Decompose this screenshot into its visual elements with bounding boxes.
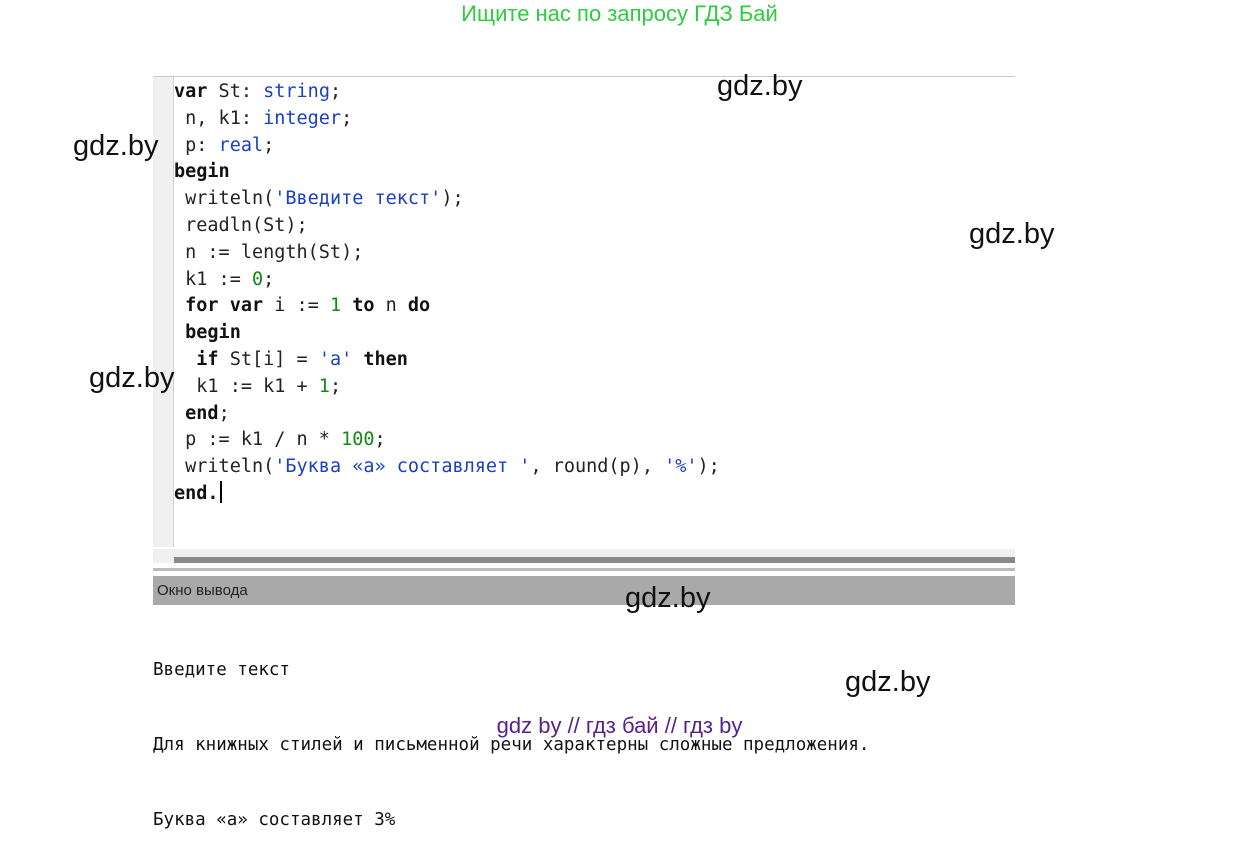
pane-splitter[interactable] — [153, 568, 1015, 571]
code-line: n := length(St); — [174, 240, 720, 267]
code-token: St[i] = — [218, 348, 319, 370]
output-line: Буква «а» составляет 3% — [153, 810, 396, 830]
code-token: for var — [185, 295, 264, 317]
code-token: n — [374, 295, 408, 317]
code-token: ; — [263, 268, 275, 290]
watermark: gdz.by — [717, 70, 803, 102]
watermark: gdz.by — [89, 362, 175, 394]
code-line: end. — [174, 480, 720, 508]
code-token: n, k1: — [174, 107, 264, 129]
editor-horizontal-scrollbar[interactable] — [174, 557, 1015, 563]
code-token: writeln( — [174, 456, 275, 478]
code-token: end — [185, 402, 219, 424]
code-token: St: — [207, 81, 264, 102]
code-line: writeln('Буква «а» составляет ', round(p… — [174, 454, 720, 481]
code-token: ; — [218, 402, 230, 424]
code-token: ); — [441, 188, 464, 210]
code-line: readln(St); — [174, 213, 720, 240]
watermark: gdz.by — [845, 666, 931, 698]
code-token: real — [218, 134, 264, 156]
code-line: writeln('Введите текст'); — [174, 186, 720, 213]
code-token: if — [196, 348, 219, 370]
code-token: begin — [174, 161, 230, 183]
code-token: writeln( — [174, 188, 275, 210]
code-token: 'Буква «а» составляет ' — [274, 456, 531, 478]
code-token: i := — [263, 295, 330, 317]
watermark: gdz.by — [625, 582, 711, 614]
code-line: p := k1 / n * 100; — [174, 427, 720, 454]
code-token: 0 — [251, 268, 264, 290]
code-line: n, k1: integer; — [174, 106, 720, 133]
code-token: integer — [263, 107, 342, 129]
code-token: , round(p), — [530, 456, 665, 478]
code-token: ; — [329, 81, 342, 102]
code-token: do — [407, 295, 431, 317]
code-editor[interactable]: var St: string; n, k1: integer; p: real;… — [153, 76, 1015, 560]
code-token: readln(St); — [174, 214, 308, 236]
code-line: var St: string; — [174, 79, 720, 106]
code-token: k1 := k1 + — [174, 375, 319, 397]
code-token: 'Введите текст' — [274, 188, 442, 210]
code-token: ; — [374, 429, 386, 451]
code-token: ; — [263, 134, 275, 156]
code-line: k1 := k1 + 1; — [174, 374, 720, 401]
code-token: end. — [174, 482, 219, 504]
code-area[interactable]: var St: string; n, k1: integer; p: real;… — [174, 79, 720, 508]
code-token: p := k1 / n * — [174, 429, 342, 451]
footer-text: gdz by // гдз бай // гдз by — [496, 713, 743, 738]
code-token: begin — [185, 322, 241, 344]
code-token: 1 — [329, 295, 342, 317]
code-token: var — [174, 81, 208, 102]
code-token: then — [363, 348, 408, 370]
watermark: gdz.by — [969, 218, 1055, 250]
code-token: n := length(St); — [174, 241, 364, 263]
code-token: 'a' — [318, 348, 353, 370]
code-line: begin — [174, 159, 720, 186]
code-line: end; — [174, 401, 720, 428]
code-token: p: — [174, 134, 219, 156]
watermark: gdz.by — [73, 130, 159, 162]
code-token: '%' — [664, 456, 698, 478]
code-line: begin — [174, 320, 720, 347]
code-line: k1 := 0; — [174, 267, 720, 294]
code-token: ); — [697, 456, 720, 478]
code-token: to — [352, 295, 375, 317]
top-banner: Ищите нас по запросу ГДЗ Бай — [461, 1, 778, 26]
code-line: p: real; — [174, 133, 720, 160]
code-token: string — [263, 81, 330, 102]
code-token: 100 — [341, 429, 375, 451]
code-token: ; — [341, 107, 353, 129]
code-token: ; — [329, 375, 342, 397]
code-token: k1 := — [174, 268, 252, 290]
code-line: if St[i] = 'a' then — [174, 347, 720, 374]
code-token: 1 — [318, 375, 330, 397]
code-line: for var i := 1 to n do — [174, 293, 720, 320]
text-caret — [219, 480, 222, 503]
output-window-header: Окно вывода — [153, 576, 1015, 605]
